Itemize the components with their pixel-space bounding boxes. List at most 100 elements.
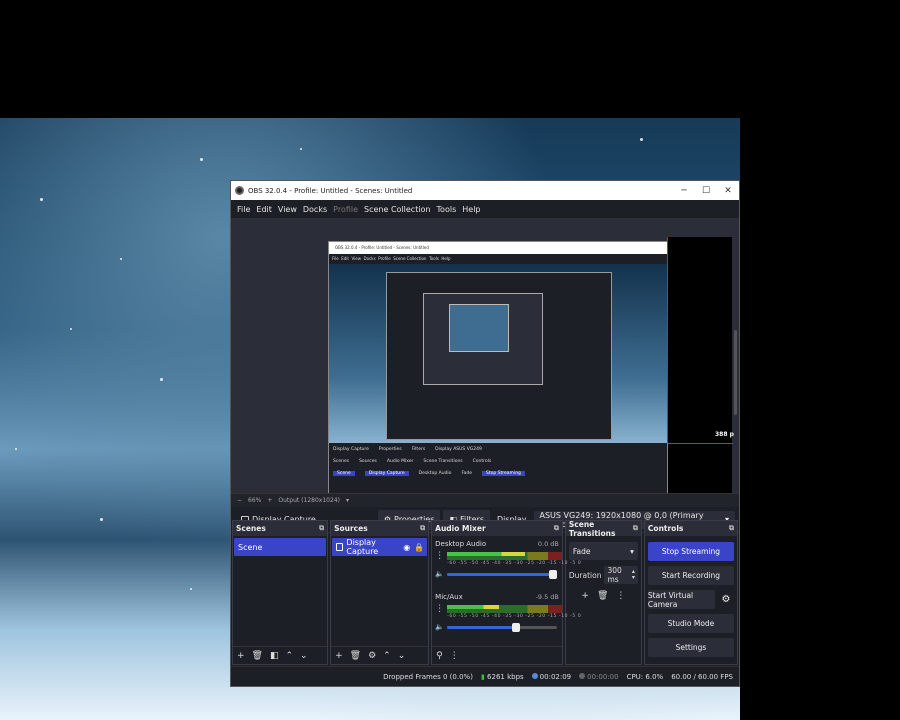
trash-icon[interactable]: 🗑 <box>252 651 263 661</box>
scene-transitions-header: Scene Transitions <box>568 519 616 538</box>
nested-preview-body: Display Capture Properties Filters Display … <box>329 264 667 493</box>
menu-tools[interactable]: Tools <box>434 205 460 214</box>
snowflake <box>190 588 192 590</box>
lock-icon[interactable]: 🔒 <box>414 543 424 552</box>
advanced-audio-icon[interactable]: ⚲ <box>436 651 443 661</box>
undock-icon[interactable]: ⧉ <box>319 524 324 533</box>
title-bar: OBS 32.0.4 - Profile: Untitled - Scenes:… <box>231 181 739 200</box>
chevron-down-icon[interactable]: ▾ <box>346 497 349 504</box>
speaker-icon[interactable]: 🔈 <box>435 623 447 631</box>
add-icon[interactable]: + <box>237 651 245 661</box>
zoom-level: 66% <box>248 497 262 504</box>
audio-mixer-header: Audio Mixer <box>435 524 486 533</box>
duration-input[interactable]: 300 ms ▴ ▾ <box>604 566 638 584</box>
menu-file[interactable]: File <box>234 205 253 214</box>
preview-scrollbar[interactable] <box>734 330 737 415</box>
volume-slider-knob[interactable] <box>548 569 557 579</box>
zoom-in-icon[interactable]: + <box>267 497 272 504</box>
scene-item[interactable]: Scene <box>234 538 327 556</box>
volume-slider-knob[interactable] <box>511 622 520 632</box>
screen: OBS 32.0.4 - Profile: Untitled - Scenes:… <box>0 0 900 720</box>
settings-button[interactable]: Settings <box>647 638 735 657</box>
snowflake <box>640 138 643 141</box>
dock-area: Scenes ⧉ Scene + 🗑 ◧ ⌃ ⌄ Sources ⧉ Displ… <box>231 520 739 665</box>
volume-meter <box>447 552 563 560</box>
monitor-icon <box>336 543 344 551</box>
recording-icon <box>579 672 586 679</box>
maximize-button[interactable]: ☐ <box>695 181 717 200</box>
snowflake <box>120 258 122 260</box>
move-up-icon[interactable]: ⌃ <box>383 651 391 661</box>
audio-mixer-dock: Audio Mixer ⧉ Desktop Audio 0.0 dB ⋮ -60… <box>431 520 581 665</box>
kebab-menu-icon[interactable]: ⋮ <box>450 651 459 661</box>
snowflake <box>300 148 302 150</box>
obs-window: OBS 32.0.4 - Profile: Untitled - Scenes:… <box>230 180 740 687</box>
sources-header: Sources <box>334 524 368 533</box>
menu-edit[interactable]: Edit <box>253 205 275 214</box>
trash-icon[interactable]: 🗑 <box>350 651 361 661</box>
chevron-down-icon: ▾ <box>630 546 634 556</box>
output-resolution[interactable]: Output (1280x1024) <box>278 497 340 504</box>
kebab-menu-icon[interactable]: ⋮ <box>616 591 625 601</box>
controls-dock: Controls ⧉ Stop Streaming Start Recordin… <box>643 520 739 665</box>
snowflake <box>100 518 103 521</box>
preview-canvas[interactable]: OBS 32.0.4 - Profile: Untitled - Scenes:… <box>231 218 739 493</box>
move-up-icon[interactable]: ⌃ <box>286 651 294 661</box>
source-item[interactable]: Display Capture ◉ 🔒 <box>332 538 428 556</box>
obs-logo-icon <box>235 186 244 195</box>
menu-bar: File Edit View Docks Profile Scene Colle… <box>231 200 739 218</box>
streaming-icon <box>531 672 538 679</box>
channel-db: -9.5 dB <box>535 593 559 601</box>
move-down-icon[interactable]: ⌄ <box>300 651 308 661</box>
scenes-dock: Scenes ⧉ Scene + 🗑 ◧ ⌃ ⌄ <box>232 520 329 665</box>
sources-dock: Sources ⧉ Display Capture ◉ 🔒 + 🗑 ⚙ ⌃ ⌄ <box>330 520 430 665</box>
meter-ticks: -60 -55 -50 -45 -40 -35 -30 -25 -20 -15 … <box>447 614 582 619</box>
stop-streaming-button[interactable]: Stop Streaming <box>647 542 735 561</box>
nested-dock-area: Display Capture Properties Filters Display … <box>329 443 667 493</box>
close-button[interactable]: ✕ <box>717 181 739 200</box>
menu-docks[interactable]: Docks <box>300 205 330 214</box>
trash-icon[interactable]: 🗑 <box>597 591 608 601</box>
menu-scene-collection[interactable]: Scene Collection <box>361 205 434 214</box>
channel-name: Desktop Audio <box>435 540 487 548</box>
undock-icon[interactable]: ⧉ <box>633 524 638 533</box>
dropped-frames: Dropped Frames 0 (0.0%) <box>383 672 473 681</box>
volume-slider[interactable] <box>447 622 557 632</box>
filter-icon[interactable]: ◧ <box>270 651 279 661</box>
speaker-icon[interactable]: 🔈 <box>435 570 447 578</box>
start-recording-button[interactable]: Start Recording <box>647 566 735 585</box>
zoom-out-icon[interactable]: − <box>237 497 242 504</box>
volume-slider[interactable] <box>447 569 557 579</box>
start-virtual-camera-button[interactable]: Start Virtual Camera <box>647 590 716 609</box>
transition-select[interactable]: Fade ▾ <box>568 542 638 560</box>
nested-preview: OBS 32.0.4 - Profile: Untitled - Scenes:… <box>328 241 668 493</box>
record-time: 00:00:00 <box>587 672 619 681</box>
meter-ticks: -60 -55 -50 -45 -40 -35 -30 -25 -20 -15 … <box>447 561 582 566</box>
add-icon[interactable]: + <box>581 591 589 601</box>
volume-meter <box>447 605 563 613</box>
kebab-menu-icon[interactable]: ⋮ <box>435 551 444 561</box>
eye-icon[interactable]: ◉ <box>403 543 410 552</box>
nested-menu: File Edit View Docks Profile Scene Colle… <box>332 256 451 261</box>
nested-preview-level2 <box>386 272 612 440</box>
nested-title: OBS 32.0.4 - Profile: Untitled - Scenes:… <box>329 242 667 254</box>
undock-icon[interactable]: ⧉ <box>420 524 425 533</box>
gear-icon[interactable]: ⚙ <box>368 651 376 661</box>
kebab-menu-icon[interactable]: ⋮ <box>435 604 444 614</box>
add-icon[interactable]: + <box>335 651 343 661</box>
move-down-icon[interactable]: ⌄ <box>398 651 406 661</box>
undock-icon[interactable]: ⧉ <box>729 524 734 533</box>
snowflake <box>15 448 17 450</box>
preview-black-region <box>668 237 732 493</box>
minimize-button[interactable]: ─ <box>673 181 695 200</box>
menu-help[interactable]: Help <box>459 205 483 214</box>
scenes-header: Scenes <box>236 524 266 533</box>
stepper-icon[interactable]: ▴ ▾ <box>632 569 635 581</box>
bitrate: 6261 kbps <box>487 672 524 681</box>
gear-icon[interactable]: ⚙ <box>718 590 734 609</box>
nested-preview-level3 <box>423 293 543 385</box>
studio-mode-button[interactable]: Studio Mode <box>647 614 735 633</box>
menu-view[interactable]: View <box>275 205 300 214</box>
menu-profile[interactable]: Profile <box>330 205 361 214</box>
undock-icon[interactable]: ⧉ <box>554 524 559 533</box>
